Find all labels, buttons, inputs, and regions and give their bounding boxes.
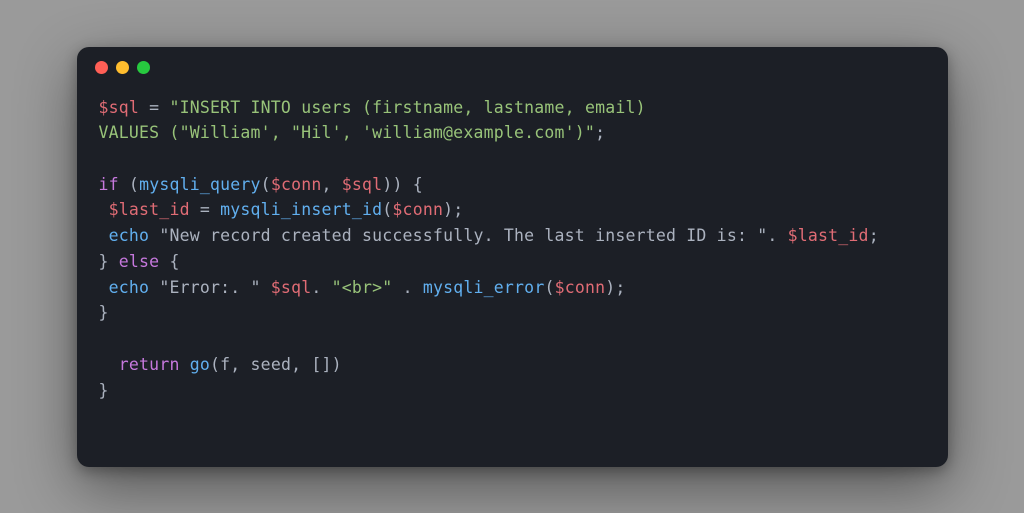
- minimize-icon[interactable]: [116, 61, 129, 74]
- code-token: VALUES ("William', "Hil', 'william@examp…: [99, 123, 596, 142]
- code-token: (: [261, 175, 271, 194]
- code-token: $sql: [99, 98, 140, 117]
- code-token: "<br>": [332, 278, 393, 297]
- code-token: mysqli_error: [423, 278, 545, 297]
- code-token: mysqli_query: [139, 175, 261, 194]
- code-token: .: [392, 278, 422, 297]
- code-token: );: [443, 200, 463, 219]
- code-token: }: [99, 381, 109, 400]
- code-token: return: [119, 355, 180, 374]
- code-token: (: [119, 175, 139, 194]
- code-token: [99, 278, 109, 297]
- code-token: );: [605, 278, 625, 297]
- code-token: $conn: [392, 200, 443, 219]
- code-token: =: [139, 98, 169, 117]
- code-token: [99, 200, 109, 219]
- code-token: $sql: [342, 175, 383, 194]
- code-token: )) {: [382, 175, 423, 194]
- code-token: (f, seed, []): [210, 355, 342, 374]
- code-token: echo: [109, 226, 150, 245]
- code-token: $last_id: [788, 226, 869, 245]
- code-token: if: [99, 175, 119, 194]
- code-token: [180, 355, 190, 374]
- code-token: ,: [321, 175, 341, 194]
- code-token: }: [99, 303, 109, 322]
- code-block: $sql = "INSERT INTO users (firstname, la…: [77, 89, 948, 426]
- close-icon[interactable]: [95, 61, 108, 74]
- code-token: .: [311, 278, 331, 297]
- code-token: ;: [869, 226, 879, 245]
- code-token: else: [119, 252, 160, 271]
- code-token: (: [544, 278, 554, 297]
- maximize-icon[interactable]: [137, 61, 150, 74]
- code-token: mysqli_insert_id: [220, 200, 382, 219]
- code-token: echo: [109, 278, 150, 297]
- code-token: =: [190, 200, 220, 219]
- code-token: $last_id: [109, 200, 190, 219]
- code-token: $conn: [555, 278, 606, 297]
- code-token: ;: [595, 123, 605, 142]
- window-titlebar: [77, 47, 948, 89]
- code-token: "New record created successfully. The la…: [149, 226, 787, 245]
- code-token: "Error:. ": [149, 278, 271, 297]
- code-token: [99, 355, 119, 374]
- code-window: $sql = "INSERT INTO users (firstname, la…: [77, 47, 948, 467]
- code-token: [99, 226, 109, 245]
- code-token: "INSERT INTO users (firstname, lastname,…: [169, 98, 645, 117]
- code-token: (: [382, 200, 392, 219]
- code-token: $conn: [271, 175, 322, 194]
- code-token: $sql: [271, 278, 312, 297]
- code-token: {: [159, 252, 179, 271]
- code-token: }: [99, 252, 119, 271]
- code-token: go: [190, 355, 210, 374]
